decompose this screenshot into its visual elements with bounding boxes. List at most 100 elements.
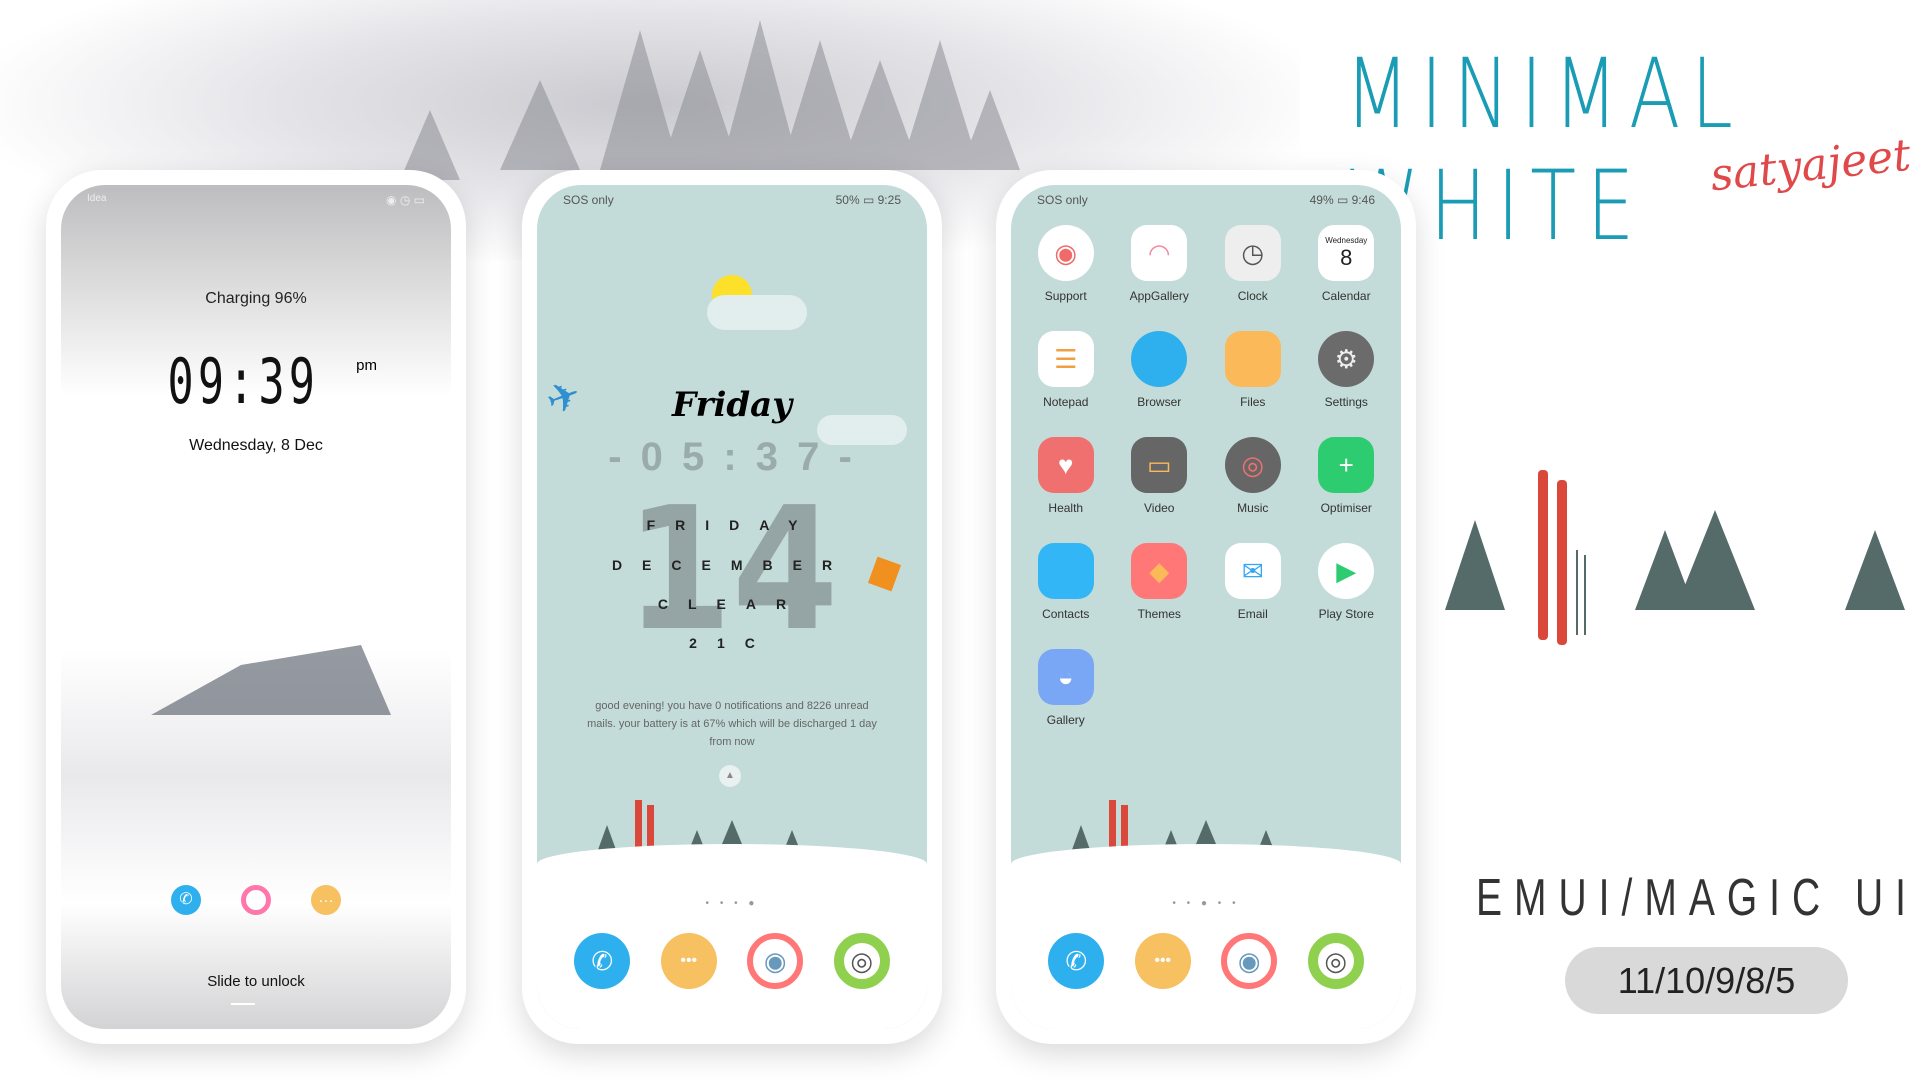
phone-app-drawer: SOS only 49% ▭ 9:46 ◉ Support ◠ AppGallery ◷ C… (996, 170, 1416, 1044)
app-health[interactable]: ♥ Health (1019, 437, 1113, 515)
app-gallery[interactable]: ◒ Gallery (1019, 649, 1113, 727)
app-grid: ◉ Support ◠ AppGallery ◷ Clock Wednesday 8 Calen… (1011, 225, 1401, 727)
app-label: Settings (1324, 395, 1368, 409)
status-bar: SOS only 49% ▭ 9:46 (1037, 193, 1375, 207)
camera-icon[interactable]: ◉ (1221, 933, 1278, 989)
status-left: SOS only (1037, 193, 1088, 207)
lock-ampm: pm (356, 357, 377, 374)
app-appgallery[interactable]: ◠ AppGallery (1113, 225, 1207, 303)
misty-trees-illustration (151, 645, 391, 715)
app-video[interactable]: ▭ Video (1113, 437, 1207, 515)
calendar-day: 8 (1340, 244, 1353, 270)
phone-icon[interactable]: ✆ (574, 933, 631, 989)
phone-icon[interactable]: ✆ (1048, 933, 1105, 989)
messages-icon[interactable]: ••• (660, 933, 717, 989)
appgallery-icon: ◠ (1131, 225, 1188, 281)
app-label: Health (1048, 501, 1084, 515)
video-icon: ▭ (1131, 437, 1188, 493)
status-bar: Idea ◉ ◷ ▭ (87, 193, 425, 207)
day-script: Friday (672, 385, 792, 425)
widget-day: FRIDAY (646, 517, 818, 533)
app-play-store[interactable]: ▶ Play Store (1300, 543, 1394, 621)
app-email[interactable]: ✉ Email (1206, 543, 1300, 621)
optimiser-icon: + (1318, 437, 1375, 493)
unlock-handle[interactable] (231, 1003, 255, 1005)
status-left: SOS only (563, 193, 614, 207)
status-right: 50% ▭ 9:25 (835, 193, 901, 207)
support-icon: ◉ (1037, 225, 1094, 281)
notepad-icon: ☰ (1037, 331, 1094, 387)
app-label: Contacts (1042, 607, 1090, 621)
status-right: 49% ▭ 9:46 (1309, 193, 1375, 207)
misty-forest-illustration (400, 20, 1020, 180)
chevron-up-icon[interactable]: ▲ (719, 765, 741, 787)
app-label: Themes (1137, 607, 1181, 621)
status-icons: ◉ ◷ ▭ (386, 193, 425, 207)
phone-lock-screen: Idea ◉ ◷ ▭ Charging 96% 09:39 pm Wednesda… (46, 170, 466, 1044)
app-label: Video (1144, 501, 1175, 515)
page-indicator[interactable]: • • • ● (537, 898, 927, 909)
lock-time: 09:39 (167, 345, 320, 418)
gallery-icon: ◒ (1037, 649, 1094, 705)
music-icon: ◎ (1224, 437, 1281, 493)
clock-icon: ◷ (1224, 225, 1281, 281)
messages-icon[interactable]: … (311, 885, 341, 915)
charging-status: Charging 96% (205, 290, 307, 307)
app-label: Files (1240, 395, 1266, 409)
carrier-text: Idea (87, 193, 107, 204)
version-badge: 11/10/9/8/5 (1565, 947, 1848, 1014)
play-store-icon: ▶ (1318, 543, 1375, 599)
app-settings[interactable]: ⚙ Settings (1300, 331, 1394, 409)
health-icon: ♥ (1037, 437, 1094, 493)
app-label: Play Store (1318, 607, 1374, 621)
app-label: Notepad (1043, 395, 1089, 409)
browser-icon[interactable]: ◎ (833, 933, 890, 989)
app-themes[interactable]: ◆ Themes (1113, 543, 1207, 621)
slide-to-unlock[interactable]: Slide to unlock (61, 973, 451, 990)
email-icon: ✉ (1224, 543, 1281, 599)
app-label: Calendar (1321, 289, 1371, 303)
widget-weather: CLEAR (657, 596, 807, 612)
files-icon (1224, 331, 1281, 387)
browser-icon (1131, 331, 1188, 387)
messages-icon[interactable]: ••• (1134, 933, 1191, 989)
app-label: AppGallery (1129, 289, 1189, 303)
app-label: Optimiser (1320, 501, 1372, 515)
browser-icon[interactable]: ◎ (1307, 933, 1364, 989)
page-indicator[interactable]: • • ● • • (1011, 898, 1401, 909)
widget-temp: 21C (689, 635, 775, 651)
calendar-icon: Wednesday 8 (1318, 225, 1375, 281)
app-label: Browser (1137, 395, 1182, 409)
app-support[interactable]: ◉ Support (1019, 225, 1113, 303)
platform-label: EMUI/MAGIC UI (1476, 869, 1919, 927)
app-optimiser[interactable]: + Optimiser (1300, 437, 1394, 515)
app-label: Gallery (1046, 713, 1085, 727)
app-contacts[interactable]: Contacts (1019, 543, 1113, 621)
app-label: Support (1044, 289, 1087, 303)
themes-icon: ◆ (1131, 543, 1188, 599)
app-files[interactable]: Files (1206, 331, 1300, 409)
camera-icon[interactable]: ◉ (747, 933, 804, 989)
lock-clock: 09:39 pm (61, 345, 451, 418)
widget-month: DECEMBER (611, 557, 853, 573)
version-text: 11/10/9/8/5 (1617, 959, 1796, 1001)
app-label: Email (1237, 607, 1268, 621)
app-calendar[interactable]: Wednesday 8 Calendar (1300, 225, 1394, 303)
contacts-icon (1037, 543, 1094, 599)
phone-home-widget: SOS only 50% ▭ 9:25 ✈ Friday - 0 5 : 3 7 … (522, 170, 942, 1044)
phone-icon[interactable]: ✆ (171, 885, 201, 915)
lock-shortcuts: ✆ … (61, 885, 451, 915)
greeting-message: good evening! you have 0 notifications a… (587, 700, 877, 748)
app-clock[interactable]: ◷ Clock (1206, 225, 1300, 303)
dock: ✆ ••• ◉ ◎ (1011, 933, 1401, 989)
camera-icon[interactable] (241, 885, 271, 915)
calendar-weekday: Wednesday (1325, 235, 1368, 245)
app-notepad[interactable]: ☰ Notepad (1019, 331, 1113, 409)
dock: ✆ ••• ◉ ◎ (537, 933, 927, 989)
settings-icon: ⚙ (1318, 331, 1375, 387)
cloud-icon (707, 295, 807, 330)
app-browser[interactable]: Browser (1113, 331, 1207, 409)
app-music[interactable]: ◎ Music (1206, 437, 1300, 515)
app-label: Clock (1237, 289, 1268, 303)
lock-date: Wednesday, 8 Dec (189, 437, 323, 454)
